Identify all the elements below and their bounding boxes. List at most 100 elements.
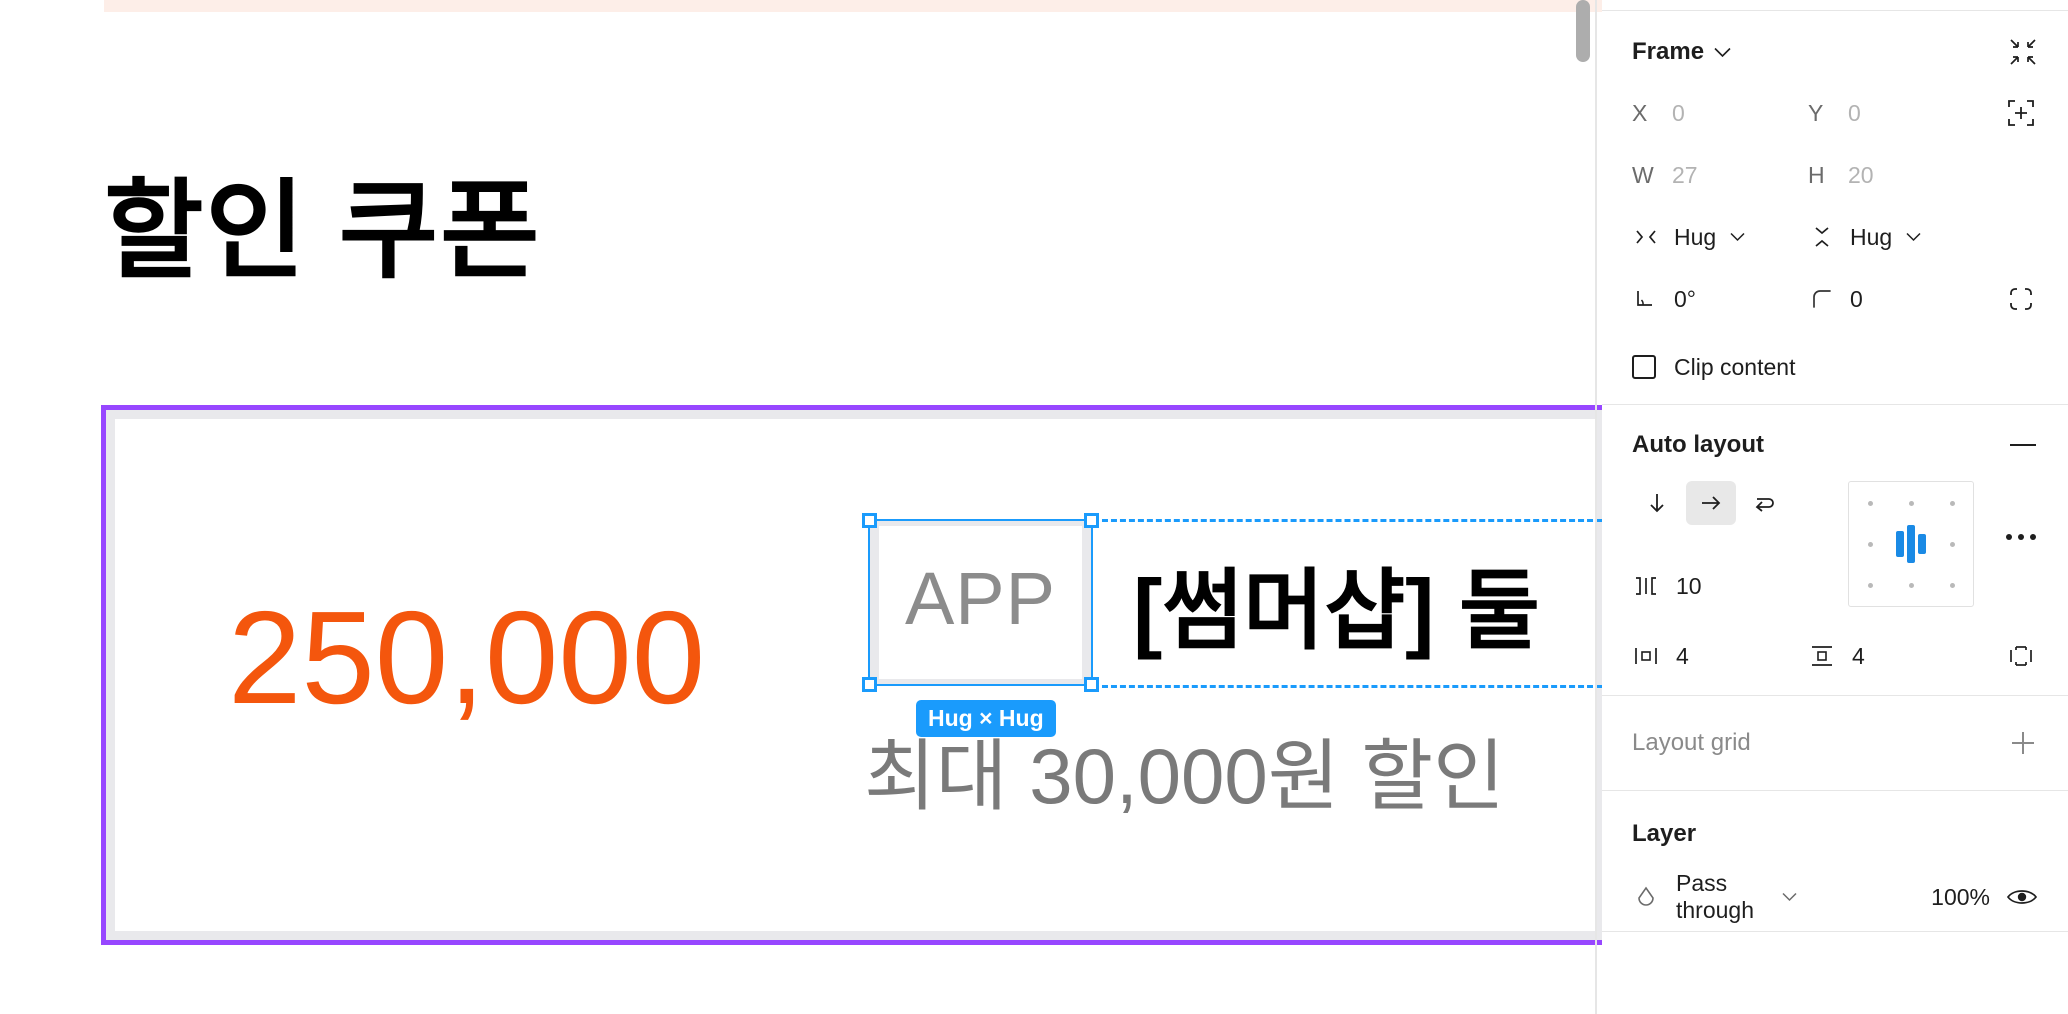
y-field[interactable]: Y 0 (1808, 100, 1984, 127)
corner-radius-value[interactable]: 0 (1850, 286, 1863, 313)
width-value[interactable]: 27 (1672, 162, 1698, 189)
auto-layout-section: Auto layout 10 4 4 (1602, 405, 2068, 695)
plus-icon[interactable] (2008, 728, 2038, 758)
align-dot[interactable] (1909, 583, 1914, 588)
layer-section: Layer Pass through 100% (1602, 791, 2068, 931)
align-dot[interactable] (1950, 583, 1955, 588)
selection-guide-top (1093, 519, 1602, 522)
promo-headline: [썸머샵] 둘 (1133, 561, 1540, 660)
individual-padding-icon[interactable] (2004, 639, 2038, 673)
app-badge-selected[interactable]: APP (862, 513, 1099, 692)
horizontal-padding-field[interactable]: 4 (1632, 642, 1808, 670)
frame-section: Frame X 0 Y 0 W 27 H 20 Hug Hug 0° 0 Cli… (1602, 0, 2068, 404)
wrap-icon[interactable] (1740, 481, 1790, 525)
canvas-scrollbar-thumb[interactable] (1576, 0, 1590, 62)
x-field[interactable]: X 0 (1632, 100, 1808, 127)
vertical-padding-icon (1808, 642, 1836, 670)
layout-direction-group (1632, 481, 1790, 525)
coupon-price-amount: 250,000 (228, 584, 706, 731)
properties-panel: Frame X 0 Y 0 W 27 H 20 Hug Hug 0° 0 Cli… (1602, 0, 2068, 1014)
align-dot[interactable] (1950, 501, 1955, 506)
resizing-row: Hug Hug (1632, 206, 2038, 268)
x-value[interactable]: 0 (1672, 100, 1685, 127)
section-divider (1602, 931, 2068, 932)
vertical-resizing-icon (1808, 223, 1836, 251)
clip-content-checkbox[interactable] (1632, 355, 1656, 379)
align-dot[interactable] (1868, 583, 1873, 588)
vertical-resizing-field[interactable]: Hug (1808, 223, 1984, 251)
align-dot[interactable] (1868, 501, 1873, 506)
resize-handle-top-right[interactable] (1084, 513, 1099, 528)
selection-guide-bottom (1093, 685, 1602, 688)
y-label: Y (1808, 99, 1824, 126)
frame-section-title: Frame (1632, 38, 1705, 65)
horizontal-padding-icon (1632, 642, 1660, 670)
rotation-value[interactable]: 0° (1674, 286, 1696, 313)
align-dot[interactable] (1909, 501, 1914, 506)
design-canvas[interactable]: 할인 쿠폰 250,000 APP Hug × Hug [썸머샵] 둘 최대 3… (0, 0, 1602, 1014)
blend-mode-icon[interactable] (1632, 883, 1660, 911)
gap-field[interactable]: 10 (1632, 572, 1808, 600)
panel-divider (1595, 0, 1597, 1014)
height-field[interactable]: H 20 (1808, 162, 1984, 189)
canvas-scrollbar-track[interactable] (1576, 0, 1590, 1014)
layout-grid-section: Layout grid (1602, 696, 2068, 790)
gap-value[interactable]: 10 (1676, 573, 1702, 600)
alignment-grid[interactable] (1848, 481, 1974, 607)
more-options-icon[interactable] (2004, 532, 2038, 542)
clip-content-label: Clip content (1674, 353, 1796, 380)
y-value[interactable]: 0 (1848, 100, 1861, 127)
chevron-down-icon[interactable] (1782, 892, 1797, 902)
rotation-icon (1632, 285, 1660, 313)
eye-icon[interactable] (2006, 886, 2038, 908)
top-banner-strip (104, 0, 1602, 12)
arrow-down-icon[interactable] (1632, 481, 1682, 525)
align-dot[interactable] (1950, 542, 1955, 547)
align-dot[interactable] (1868, 542, 1873, 547)
chevron-down-icon[interactable] (1714, 47, 1731, 58)
rotation-field[interactable]: 0° (1632, 285, 1808, 313)
align-to-pixel-grid-icon[interactable] (2004, 96, 2038, 130)
width-field[interactable]: W 27 (1632, 162, 1808, 189)
height-value[interactable]: 20 (1848, 162, 1874, 189)
vertical-resizing-value[interactable]: Hug (1850, 224, 1892, 251)
layout-grid-header: Layout grid (1632, 704, 2038, 782)
collapse-icon[interactable] (2008, 37, 2038, 67)
alignment-indicator (1896, 525, 1926, 563)
selection-outline (862, 513, 1099, 692)
layer-title: Layer (1632, 820, 1697, 847)
blend-mode-value[interactable]: Pass through (1676, 870, 1766, 924)
figma-window: 할인 쿠폰 250,000 APP Hug × Hug [썸머샵] 둘 최대 3… (0, 0, 2068, 1014)
layout-grid-title: Layout grid (1632, 729, 1751, 756)
coupon-page-title: 할인 쿠폰 (104, 170, 542, 291)
clip-content-row[interactable]: Clip content (1632, 330, 2038, 404)
resize-handle-bottom-left[interactable] (862, 677, 877, 692)
chevron-down-icon[interactable] (1730, 232, 1745, 242)
corner-radius-icon (1808, 285, 1836, 313)
dimensions-row: W 27 H 20 (1632, 144, 2038, 206)
horizontal-padding-value[interactable]: 4 (1676, 643, 1689, 670)
chevron-down-icon[interactable] (1906, 232, 1921, 242)
auto-layout-title: Auto layout (1632, 431, 1764, 458)
padding-row: 4 4 (1632, 617, 2038, 695)
resize-handle-bottom-right[interactable] (1084, 677, 1099, 692)
resize-handle-top-left[interactable] (862, 513, 877, 528)
x-label: X (1632, 99, 1648, 126)
horizontal-resizing-value[interactable]: Hug (1674, 224, 1716, 251)
arrow-right-icon[interactable] (1686, 481, 1736, 525)
vertical-padding-field[interactable]: 4 (1808, 642, 1984, 670)
frame-section-title-group[interactable]: Frame (1632, 38, 1731, 66)
corner-radius-field[interactable]: 0 (1808, 285, 1984, 313)
horizontal-resizing-field[interactable]: Hug (1632, 223, 1808, 251)
vertical-padding-value[interactable]: 4 (1852, 643, 1865, 670)
gap-between-icon (1632, 572, 1660, 600)
opacity-value[interactable]: 100% (1931, 884, 1990, 911)
position-row: X 0 Y 0 (1632, 82, 2038, 144)
frame-section-header: Frame (1632, 22, 2038, 82)
horizontal-resizing-icon (1632, 223, 1660, 251)
independent-corners-icon[interactable] (2004, 282, 2038, 316)
auto-layout-header: Auto layout (1632, 415, 2038, 475)
height-label: H (1808, 161, 1825, 188)
minus-icon[interactable] (2008, 441, 2038, 449)
